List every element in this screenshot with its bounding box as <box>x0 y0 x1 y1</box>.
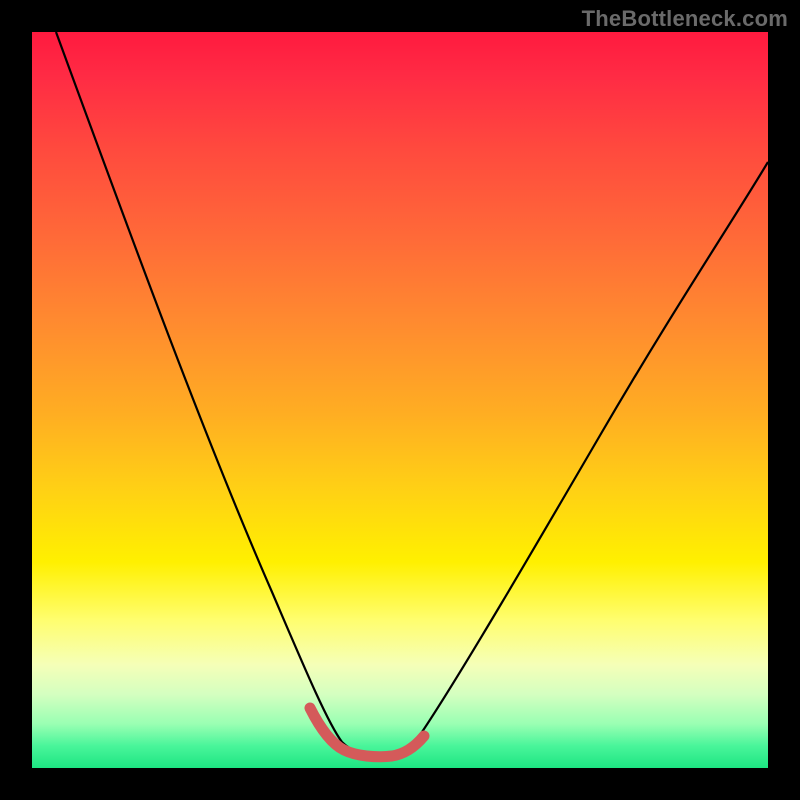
bottleneck-curve-path <box>56 32 768 757</box>
plot-area <box>32 32 768 768</box>
chart-frame: TheBottleneck.com <box>0 0 800 800</box>
curve-layer <box>32 32 768 768</box>
watermark-text: TheBottleneck.com <box>582 6 788 32</box>
